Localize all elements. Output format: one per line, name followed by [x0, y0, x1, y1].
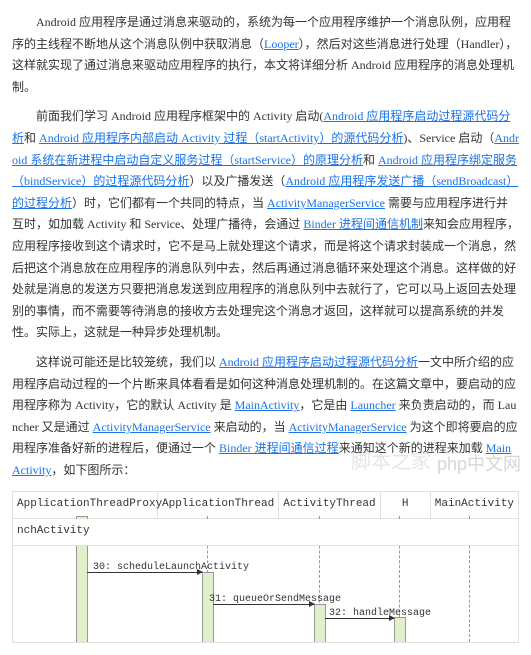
header-applicationthreadproxy: ApplicationThreadProxy	[13, 492, 158, 518]
diagram-headers: ApplicationThreadProxy ApplicationThread…	[13, 492, 518, 519]
paragraph-3: 这样说可能还是比较笼统，我们以 Android 应用程序启动过程源代码分析一文中…	[12, 352, 519, 482]
paragraph-1: Android 应用程序是通过消息来驱动的，系统为每一个应用程序维护一个消息队例…	[12, 12, 519, 98]
link-startactivity-analysis[interactable]: Android 应用程序内部启动 Activity 过程（startActivi…	[39, 131, 403, 145]
link-mainactivity-1[interactable]: MainActivity	[235, 398, 300, 412]
link-binder-ipc-1[interactable]: Binder 进程间通信机制	[303, 217, 423, 231]
message-3-label: 32: handleMessage	[329, 605, 431, 623]
link-binder-ipc-2[interactable]: Binder 进程间通信过程	[219, 441, 339, 455]
row-nchactivity: nchActivity	[13, 519, 518, 546]
link-launcher[interactable]: Launcher	[350, 398, 395, 412]
header-mainactivity: MainActivity	[431, 492, 518, 518]
link-ams-3[interactable]: ActivityManagerService	[289, 420, 407, 434]
header-h: H	[381, 492, 431, 518]
message-1-label: 30: scheduleLaunchActivity	[93, 559, 249, 577]
paragraph-2: 前面我们学习 Android 应用程序框架中的 Activity 启动(Andr…	[12, 106, 519, 344]
link-looper[interactable]: Looper	[264, 37, 299, 51]
message-2-label: 31: queueOrSendMessage	[209, 591, 341, 609]
link-ams-2[interactable]: ActivityManagerService	[93, 420, 211, 434]
link-ams-1[interactable]: ActivityManagerService	[267, 196, 385, 210]
sequence-diagram: ApplicationThreadProxy ApplicationThread…	[12, 491, 519, 643]
activation-activitythread	[314, 604, 326, 643]
link-app-launch-analysis-2[interactable]: Android 应用程序启动过程源代码分析	[219, 355, 418, 369]
header-applicationthread: ApplicationThread	[158, 492, 279, 518]
header-activitythread: ActivityThread	[279, 492, 380, 518]
